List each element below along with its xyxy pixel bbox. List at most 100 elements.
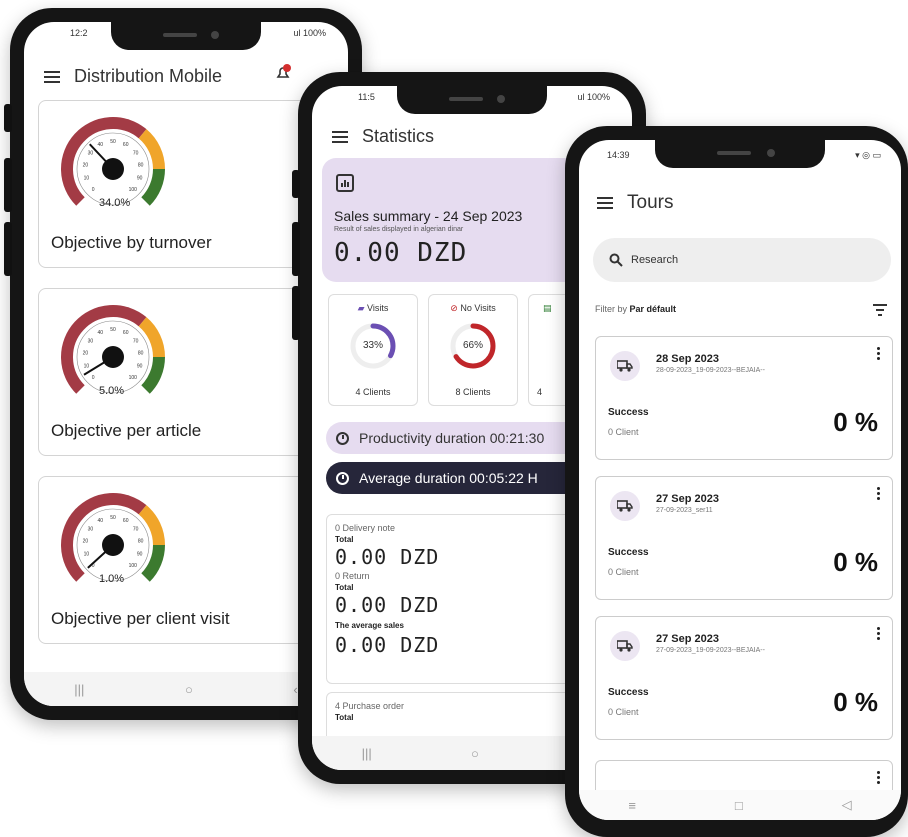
delivery-note-label: 0 Delivery note [335, 523, 396, 533]
clock-icon [336, 471, 349, 485]
gauge-tick-label: 50 [110, 327, 116, 333]
tour-card[interactable]: 27 Sep 2023 27-09-2023_19-09-2023--BEJAIA… [595, 616, 893, 740]
objective-percent: 34.0% [99, 197, 131, 209]
tour-status: Success [608, 547, 649, 558]
gauge-tick-label: 60 [123, 330, 129, 336]
status-battery: ul 100% [577, 92, 610, 102]
gauge-tick-label: 60 [123, 142, 129, 148]
gauge-tick-label: 20 [83, 351, 89, 357]
tour-status: Success [608, 407, 649, 418]
list-icon: ▤ [543, 303, 552, 313]
gauge-tick-label: 100 [129, 187, 138, 193]
tour-clients: 0 Client [608, 707, 639, 717]
visits-icon: ▰ [357, 303, 365, 313]
search-bar[interactable]: Research [593, 238, 891, 282]
truck-icon [610, 491, 640, 521]
home-icon[interactable]: ○ [185, 682, 193, 697]
objective-card[interactable]: 0 10 20 30 40 50 60 70 80 90 100 5.0% Objective per … [38, 288, 324, 456]
status-battery: ul 100% [293, 28, 326, 38]
gauge-tick-label: 10 [84, 364, 90, 370]
more-icon[interactable] [877, 627, 880, 642]
tour-date: 28 Sep 2023 [656, 353, 719, 365]
status-icons: ▾ ◎ ▭ [855, 150, 881, 160]
summary-title: Sales summary - 24 Sep 2023 [334, 208, 523, 224]
gauge-tick-label: 70 [133, 527, 139, 533]
gauge-tick-label: 30 [88, 527, 94, 533]
gauge-tick-label: 0 [92, 187, 95, 193]
gauge-tick-label: 10 [84, 176, 90, 182]
gauge-tick-label: 30 [88, 339, 94, 345]
purchase-label: 4 Purchase order [335, 701, 405, 711]
total-label: Total [335, 583, 354, 592]
gauge-tick-label: 10 [84, 552, 90, 558]
more-icon[interactable] [877, 771, 880, 786]
menu-icon[interactable] [597, 197, 613, 209]
gauge-tick-label: 90 [137, 176, 143, 182]
tour-card[interactable]: 28 Sep 2023 28-09-2023_19-09-2023--BEJAIA… [595, 336, 893, 460]
tour-clients: 0 Client [608, 427, 639, 437]
gauge-tick-label: 60 [123, 518, 129, 524]
truck-icon [610, 631, 640, 661]
no-visits-card[interactable]: ⊘ No Visits 66% 8 Clients [428, 294, 518, 406]
status-time: 12:2 [70, 28, 88, 38]
menu-icon[interactable] [332, 130, 348, 143]
objective-percent: 5.0% [99, 385, 125, 397]
filter-row[interactable]: Filter by Par défault [595, 304, 676, 314]
average-sales-amount: 0.00 DZD [335, 633, 440, 657]
gauge-tick-label: 80 [138, 351, 144, 357]
objective-card[interactable]: 0 10 20 30 40 50 60 70 80 90 100 1.0% Objective per … [38, 476, 324, 644]
gauge-tick-label: 0 [92, 375, 95, 381]
delivery-amount: 0.00 DZD [335, 545, 440, 569]
visits-label: Visits [367, 303, 389, 313]
menu-icon[interactable] [44, 70, 60, 83]
objective-percent: 1.0% [99, 573, 125, 585]
status-time: 14:39 [607, 150, 630, 160]
tour-date: 27 Sep 2023 [656, 493, 719, 505]
search-icon [609, 253, 623, 267]
gauge-hub [102, 534, 124, 556]
page-title: Tours [627, 192, 674, 213]
no-visits-icon: ⊘ [450, 303, 458, 313]
tour-card[interactable]: 27 Sep 2023 27-09-2023_ser11 Success 0 Clie… [595, 476, 893, 600]
clock-icon [336, 431, 349, 445]
app-bar: Tours [579, 192, 901, 214]
gauge-tick-label: 80 [138, 163, 144, 169]
page-title: Statistics [362, 126, 435, 146]
objective-label: Objective per client visit [51, 609, 230, 628]
average-text: Average duration 00:05:22 H [359, 470, 538, 486]
more-icon[interactable] [877, 347, 880, 362]
home-icon[interactable]: ○ [471, 746, 479, 761]
gauge-tick-label: 40 [98, 518, 104, 524]
truck-icon [610, 351, 640, 381]
gauge-tick-label: 90 [137, 552, 143, 558]
no-visits-clients: 8 Clients [455, 387, 491, 397]
search-placeholder: Research [631, 254, 679, 266]
page-title: Distribution Mobile [74, 66, 223, 86]
filter-icon[interactable] [873, 304, 887, 316]
chart-icon [336, 174, 354, 192]
notification-icon[interactable] [274, 64, 292, 82]
app-bar: Distribution Mobile [24, 64, 348, 87]
visits-card[interactable]: ▰ Visits 33% 4 Clients [328, 294, 418, 406]
gauge-tick-label: 50 [110, 515, 116, 521]
tour-clients: 0 Client [608, 567, 639, 577]
gauge-tick-label: 80 [138, 539, 144, 545]
total-label: Total [335, 535, 354, 544]
tour-code: 27-09-2023_19-09-2023--BEJAIA-- [656, 647, 765, 654]
return-amount: 0.00 DZD [335, 593, 440, 617]
gauge-tick-label: 20 [83, 163, 89, 169]
visits-percent: 33% [362, 340, 383, 351]
recent-apps-icon[interactable]: ≡ [628, 798, 636, 813]
recent-apps-icon[interactable]: ||| [362, 746, 372, 761]
back-icon[interactable]: ◁ [842, 797, 852, 813]
gauge-hub [102, 158, 124, 180]
home-icon[interactable]: □ [735, 798, 743, 813]
total-label: Total [335, 713, 354, 722]
average-sales-label: The average sales [335, 621, 404, 630]
gauge-tick-label: 90 [137, 364, 143, 370]
objective-card[interactable]: 0 10 20 30 40 50 60 70 80 90 100 34.0% Objective by … [38, 100, 324, 268]
more-icon[interactable] [877, 487, 880, 502]
summary-subtitle: Result of sales displayed in algerian di… [334, 226, 464, 233]
tour-code: 28-09-2023_19-09-2023--BEJAIA-- [656, 367, 765, 374]
recent-apps-icon[interactable]: ||| [74, 682, 84, 697]
